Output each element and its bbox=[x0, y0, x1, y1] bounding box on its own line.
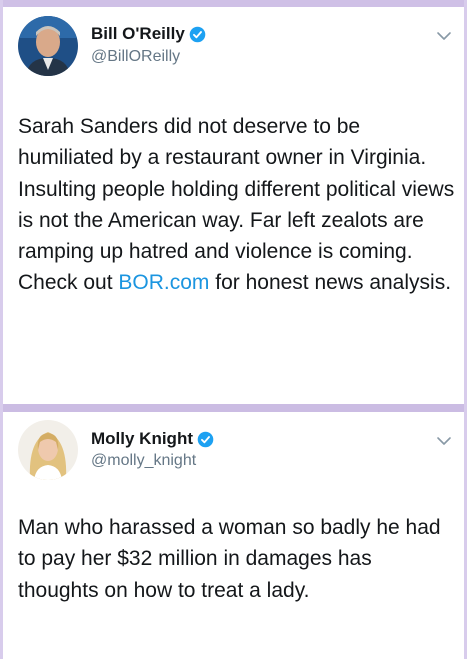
tweet-link[interactable]: BOR.com bbox=[118, 271, 209, 294]
author-name[interactable]: Bill O'Reilly bbox=[91, 24, 185, 44]
author-row: Bill O'Reilly bbox=[91, 24, 206, 44]
tweet-text-body: Sarah Sanders did not deserve to be humi… bbox=[18, 115, 455, 295]
tweet-card[interactable]: Bill O'Reilly @BillOReilly Sarah Sanders… bbox=[3, 7, 464, 404]
tweet-text-tail: for honest news analysis. bbox=[209, 271, 452, 295]
avatar[interactable] bbox=[18, 16, 78, 76]
tweet-divider bbox=[0, 404, 467, 412]
avatar[interactable] bbox=[18, 420, 78, 480]
author-handle[interactable]: @molly_knight bbox=[91, 452, 196, 470]
verified-badge-icon bbox=[189, 26, 206, 42]
chevron-down-icon[interactable] bbox=[436, 31, 452, 41]
tweet-text: Sarah Sanders did not deserve to be humi… bbox=[18, 111, 458, 299]
author-handle[interactable]: @BillOReilly bbox=[91, 48, 180, 66]
tweet-card[interactable]: Molly Knight @molly_knight Man who haras… bbox=[3, 412, 464, 659]
tweet-text: Man who harassed a woman so badly he had… bbox=[18, 516, 441, 602]
chevron-down-icon[interactable] bbox=[436, 436, 452, 446]
author-row: Molly Knight bbox=[91, 429, 214, 449]
frame-left-border bbox=[0, 0, 3, 659]
avatar-photo-icon bbox=[18, 420, 78, 480]
verified-badge-icon bbox=[197, 431, 214, 447]
avatar-photo-icon bbox=[18, 16, 78, 76]
frame-top-border bbox=[0, 0, 467, 7]
author-name[interactable]: Molly Knight bbox=[91, 429, 193, 449]
